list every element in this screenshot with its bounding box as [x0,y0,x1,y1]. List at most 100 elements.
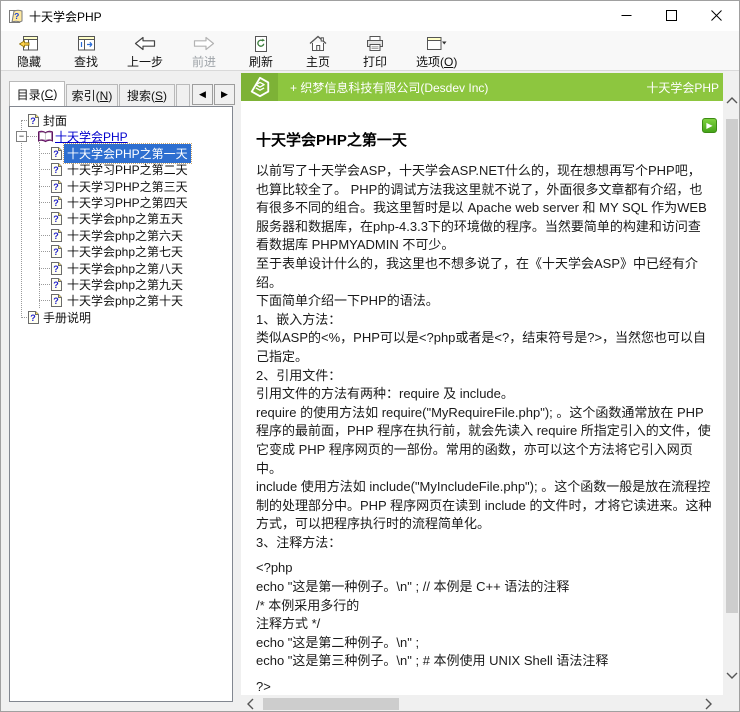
caption-buttons [604,1,739,30]
document-text-line: 至于表单设计什么的，我这里也不想多说了，在《十天学会ASP》中已经有介绍。 [256,255,713,292]
document-text-line: /* 本例采用多行的 [256,597,713,616]
tree-connector-stub [39,186,50,187]
document-body: 十天学会PHP之第一天 以前写了十天学会ASP，十天学会ASP.NET什么的，现… [241,101,723,695]
svg-text:?: ? [30,313,36,323]
contents-tree-panel: ?封面−十天学会PHP?十天学会PHP之第一天?十天学习PHP之第二天?十天学习… [9,106,233,702]
home-icon [308,34,328,53]
svg-text:?: ? [53,247,59,257]
topic-banner: + 织梦信息科技有限公司(Desdev Inc) 十天学会PHP [241,73,723,101]
toolbar-button-label: 打印 [363,53,387,70]
toolbar-button-label: 主页 [306,53,330,70]
back-arrow-icon [134,34,156,53]
toolbar-button-label: 选项(O) [416,53,457,70]
tree-item-label[interactable]: 手册说明 [40,308,94,327]
document-text-line: 3、注释方法： [256,534,713,553]
svg-text:?: ? [14,11,19,21]
play-button[interactable]: ▶ [702,118,717,133]
banner-company-text: + 织梦信息科技有限公司(Desdev Inc) [290,79,488,96]
vertical-scrollbar[interactable] [723,73,740,695]
printer-icon [365,34,385,53]
horizontal-scroll-thumb[interactable] [263,698,399,710]
tab-partial[interactable] [176,84,190,106]
tree-connector-stub [39,251,50,252]
document-text-line: <?php [256,559,713,578]
locate-icon [76,34,97,53]
toolbar-button-label: 前进 [192,53,216,70]
scroll-up-icon[interactable] [726,95,738,109]
tree-connector-stub [39,202,50,203]
tab-搜索(S)[interactable]: 搜索(S) [119,84,175,106]
help-viewer-window: ? 十天学会PHP 隐藏 查找 上一步 前进 刷新 主页 打印 选项(O) ◀ ▶ 目录(C)… [0,0,740,712]
options-window-icon [426,34,447,53]
toolbar-button-label: 上一步 [127,53,163,70]
document-text-line: echo "这是第三种例子。\n" ; # 本例使用 UNIX Shell 语法… [256,652,713,671]
tree-connector-stub [39,284,50,285]
close-button[interactable] [694,1,739,30]
horizontal-scrollbar[interactable] [241,695,740,712]
document-text-line: echo "这是第二种例子。\n" ; [256,634,713,653]
document-text-line: 以前写了十天学会ASP，十天学会ASP.NET什么的，现在想想再写个PHP吧，也… [256,162,713,255]
tree-connector-stub [39,300,50,301]
scroll-down-icon[interactable] [726,669,738,683]
svg-text:?: ? [53,297,59,307]
sidebar-tabs: ◀ ▶ 目录(C)索引(N)搜索(S) [9,81,235,106]
refresh-button[interactable]: 刷新 [239,34,283,70]
document-text-line: 1、嵌入方法： [256,311,713,330]
options-button[interactable]: 选项(O) [410,34,463,70]
toolbar-button-label: 隐藏 [17,53,41,70]
desdev-hexagon-logo [241,73,278,101]
document-text-line: 引用文件的方法有两种：require 及 include。 [256,385,713,404]
hide-panel-icon [19,34,40,53]
tree-connector-stub [27,136,37,137]
document-text-line: 下面简单介绍一下PHP的语法。 [256,292,713,311]
locate-button[interactable]: 查找 [64,34,108,70]
help-book-icon: ? [8,8,24,24]
document-text-line: 2、引用文件： [256,367,713,386]
tree-connector-stub [39,235,50,236]
forward-button: 前进 [182,34,226,70]
minimize-button[interactable] [604,1,649,30]
tab-scroll-left-button[interactable]: ◀ [192,84,213,105]
document-text-line: ?> [256,678,713,695]
collapse-expander-icon[interactable]: − [16,131,27,142]
document-text-line: include 使用方法如 include("MyIncludeFile.php… [256,478,713,534]
titlebar: ? 十天学会PHP [1,1,739,31]
svg-text:?: ? [53,149,59,159]
back-button[interactable]: 上一步 [121,34,169,70]
document-text-line: require 的使用方法如 require("MyRequireFile.ph… [256,404,713,478]
banner-book-title: 十天学会PHP [646,79,719,96]
tree-item[interactable]: ? 手册说明 [10,309,232,326]
svg-text:?: ? [53,198,59,208]
toolbar: 隐藏 查找 上一步 前进 刷新 主页 打印 选项(O) [1,31,739,71]
svg-text:?: ? [53,264,59,274]
scroll-left-icon[interactable] [246,698,256,712]
help-topic-icon: ? [27,310,40,328]
tab-目录(C)[interactable]: 目录(C) [9,81,65,106]
document-text-line: 注释方式 */ [256,615,713,634]
tab-索引(N)[interactable]: 索引(N) [66,84,118,106]
refresh-page-icon [253,34,269,53]
tab-scroll-right-button[interactable]: ▶ [214,84,235,105]
tree-connector-stub [39,153,50,154]
svg-text:?: ? [53,182,59,192]
svg-text:?: ? [53,165,59,175]
scroll-right-icon[interactable] [703,698,713,712]
topic-content-area: + 织梦信息科技有限公司(Desdev Inc) 十天学会PHP ▶ 十天学会P… [241,73,740,712]
document-text-line: 类似ASP的<%，PHP可以是<?php或者是<?，结束符号是?>，当然您也可以… [256,329,713,366]
topic-heading: 十天学会PHP之第一天 [256,129,713,150]
home-button[interactable]: 主页 [296,34,340,70]
toolbar-button-label: 查找 [74,53,98,70]
document-text-line: echo "这是第一种例子。\n" ; // 本例是 C++ 语法的注释 [256,578,713,597]
hide-button[interactable]: 隐藏 [7,34,51,70]
vertical-scroll-thumb[interactable] [726,119,738,613]
tree-connector-stub [39,169,50,170]
svg-text:?: ? [30,116,36,126]
toolbar-button-label: 刷新 [249,53,273,70]
maximize-button[interactable] [649,1,694,30]
forward-arrow-icon [193,34,215,53]
print-button[interactable]: 打印 [353,34,397,70]
tree-connector-stub [39,268,50,269]
svg-text:?: ? [53,215,59,225]
tree-connector-stub [39,218,50,219]
svg-text:?: ? [53,280,59,290]
